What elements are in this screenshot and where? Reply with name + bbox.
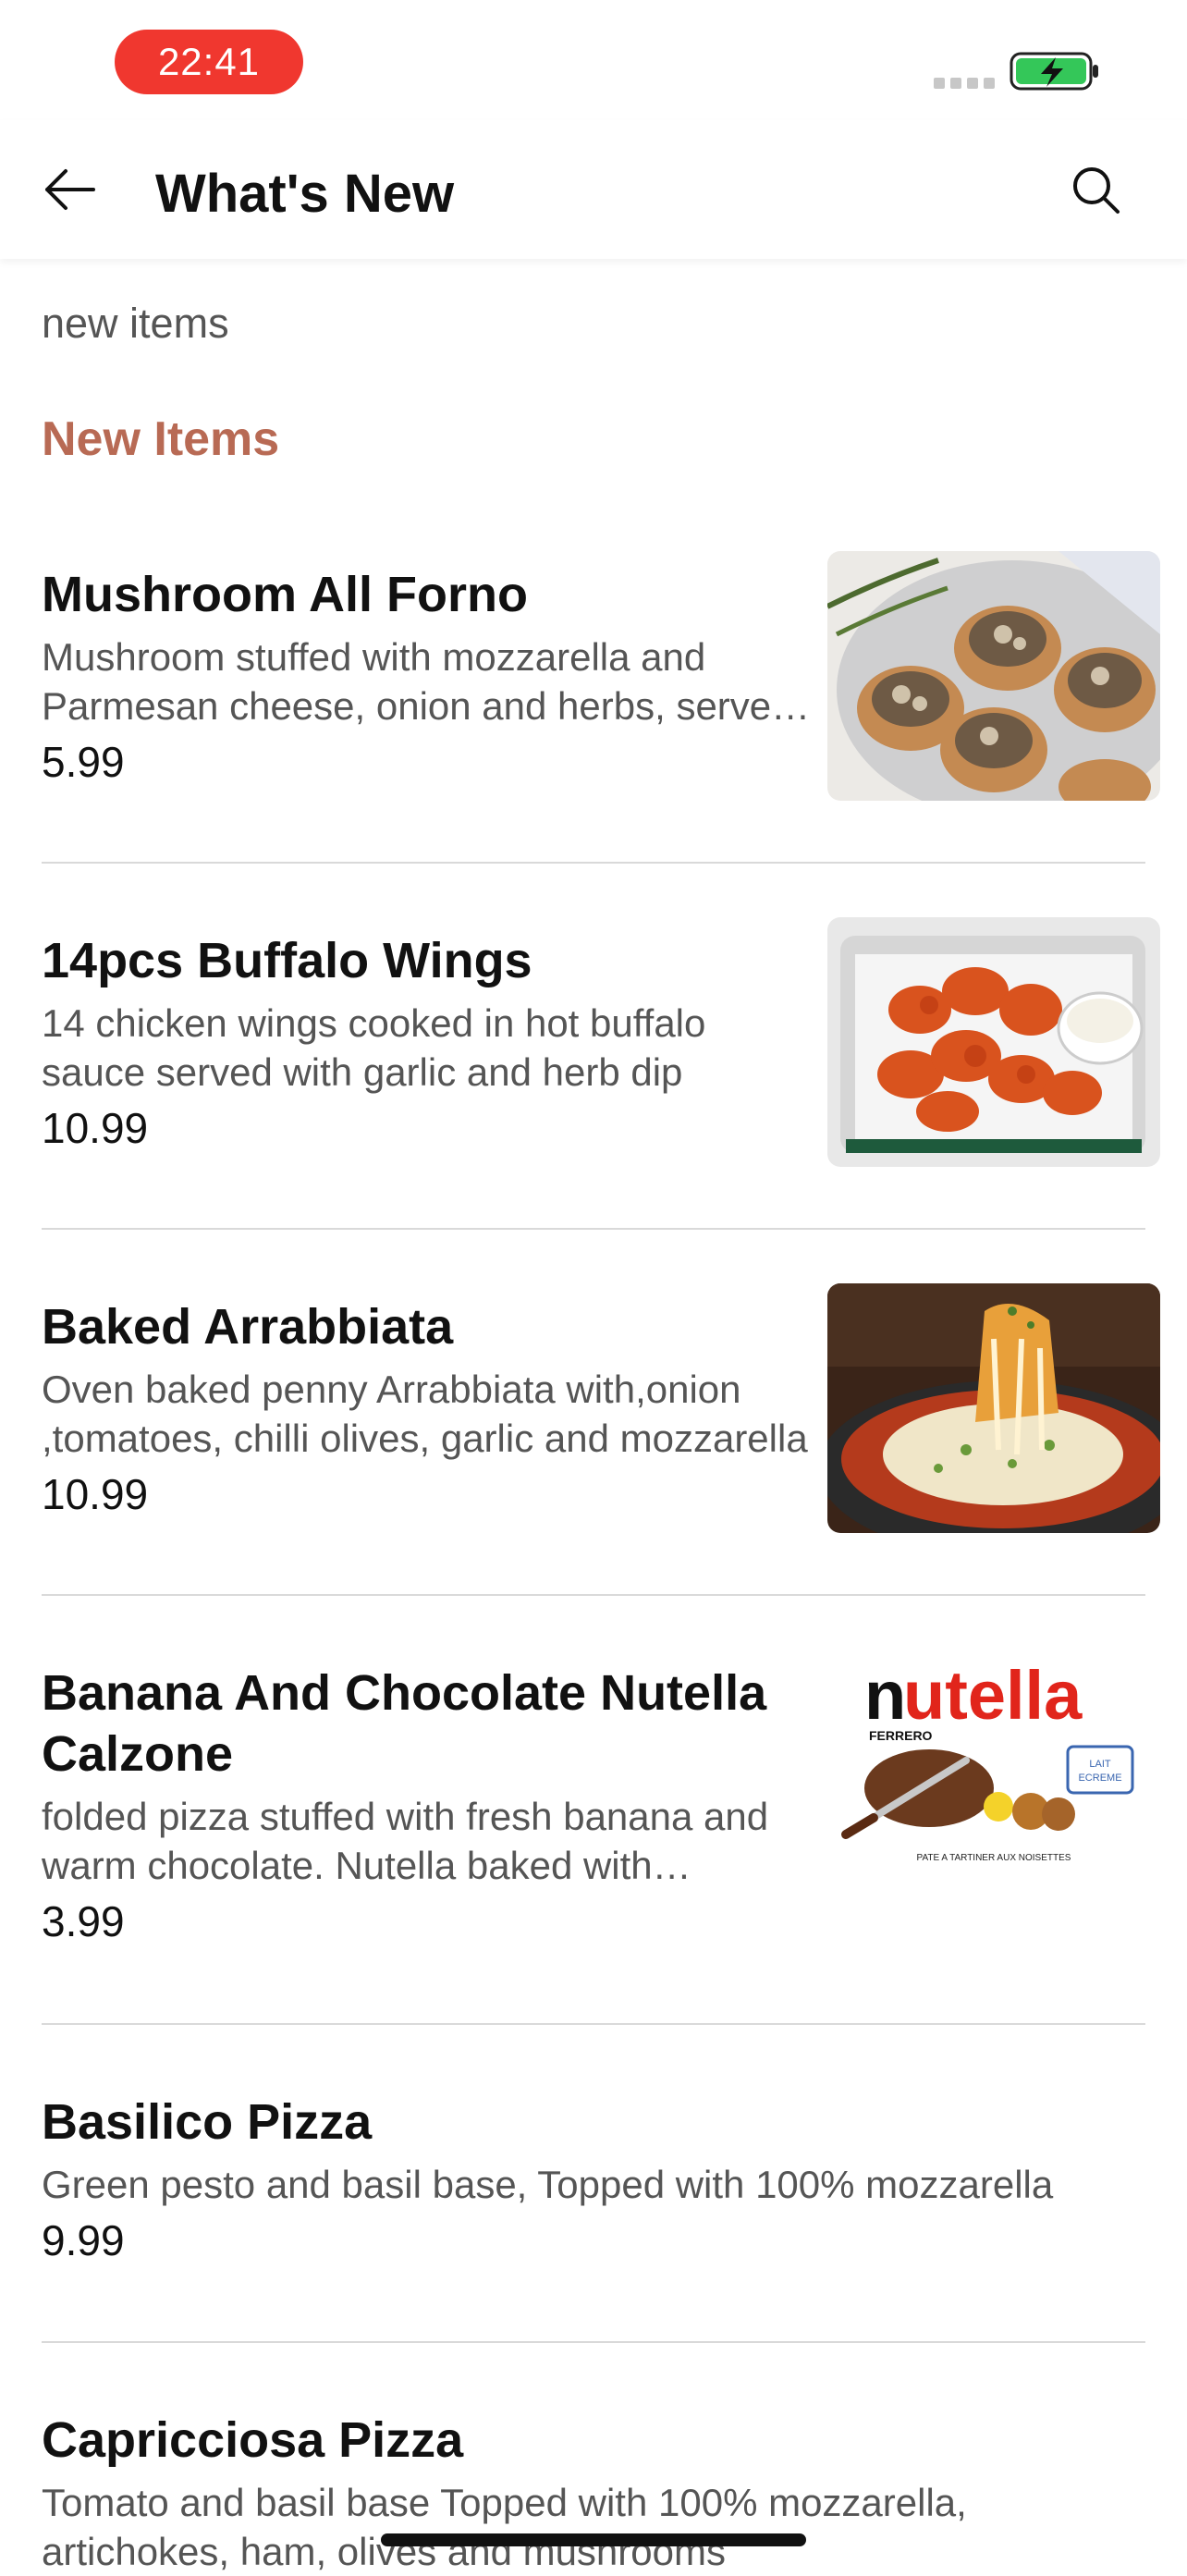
baked-pasta-photo [827, 1283, 1160, 1533]
buffalo-wings-photo [827, 917, 1160, 1167]
status-bar: 22:41 [0, 0, 1187, 120]
svg-text:LAIT: LAIT [1089, 1759, 1111, 1770]
item-description: Tomato and basil base Topped with 100% m… [42, 2481, 967, 2573]
search-button[interactable] [1063, 157, 1128, 222]
item-price: 3.99 [42, 1897, 125, 1945]
item-name: Banana And Chocolate Nutella Calzone [42, 1665, 767, 1782]
item-price: 5.99 [42, 738, 125, 786]
nutella-jar-label: n utella FERRERO LAIT ECREME PATE A TART… [827, 1650, 1160, 1899]
back-button[interactable] [37, 162, 102, 217]
app-header: What's New [0, 120, 1187, 259]
svg-text:n: n [864, 1657, 906, 1734]
menu-item[interactable]: 14pcs Buffalo Wings 14 chicken wings coo… [42, 864, 1160, 1230]
item-description: Mushroom stuffed with mozzarella and Par… [42, 635, 793, 728]
item-description: folded pizza stuffed with fresh banana a… [42, 1795, 769, 1887]
item-name: Capricciosa Pizza [42, 2412, 464, 2468]
battery-charging-icon [1010, 52, 1098, 91]
menu-item-list: Mushroom All Forno Mushroom stuffed with… [42, 518, 1160, 2574]
search-icon [1073, 167, 1120, 214]
svg-text:PATE A TARTINER AUX NOISETTES: PATE A TARTINER AUX NOISETTES [917, 1853, 1071, 1863]
item-description: 14 chicken wings cooked in hot buffalo s… [42, 1001, 706, 1094]
mushroom-dish-photo [827, 551, 1160, 801]
item-name: Mushroom All Forno [42, 567, 528, 622]
page-title: What's New [155, 164, 455, 224]
item-description: Green pesto and basil base, Topped with … [42, 2163, 1054, 2206]
item-name: 14pcs Buffalo Wings [42, 933, 532, 988]
svg-text:FERRERO: FERRERO [869, 1728, 933, 1743]
menu-item[interactable]: Banana And Chocolate Nutella Calzone fol… [42, 1596, 1160, 2025]
home-indicator[interactable] [381, 2533, 806, 2546]
menu-item[interactable]: Basilico Pizza Green pesto and basil bas… [42, 2025, 1145, 2343]
item-description: Oven baked penny Arrabbiata with,onion ,… [42, 1368, 808, 1460]
item-price: 10.99 [42, 1104, 149, 1152]
svg-text:utella: utella [903, 1657, 1083, 1734]
menu-item[interactable]: Mushroom All Forno Mushroom stuffed with… [42, 518, 1160, 864]
arrow-left-icon [45, 169, 95, 210]
menu-item[interactable]: Baked Arrabbiata Oven baked penny Arrabb… [42, 1230, 1160, 1596]
section-title: New Items [42, 412, 280, 466]
item-price: 9.99 [42, 2216, 125, 2264]
item-name: Baked Arrabbiata [42, 1299, 454, 1355]
item-name: Basilico Pizza [42, 2094, 373, 2150]
cellular-signal-icon [934, 78, 995, 89]
item-price: 10.99 [42, 1470, 149, 1518]
page-subtitle: new items [42, 300, 229, 347]
status-time: 22:41 [115, 30, 303, 94]
svg-text:ECREME: ECREME [1078, 1773, 1121, 1784]
